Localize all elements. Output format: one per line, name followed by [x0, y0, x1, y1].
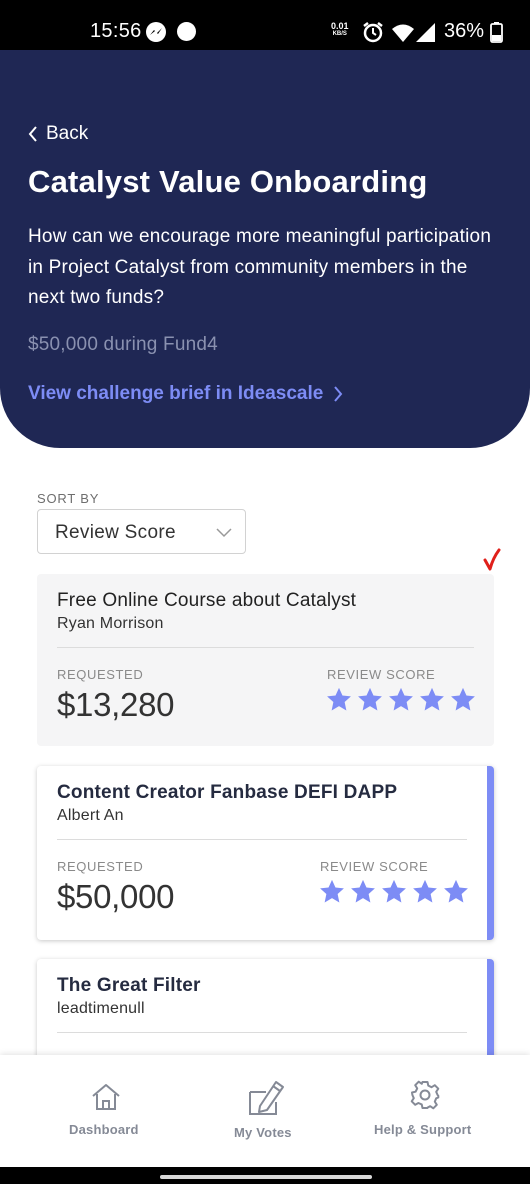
nav-help-support[interactable]: Help & Support [372, 1055, 480, 1167]
nav-my-votes-label: My Votes [234, 1125, 292, 1140]
proposal-title: The Great Filter [57, 975, 201, 996]
divider [57, 839, 467, 840]
nav-help-support-label: Help & Support [374, 1122, 472, 1137]
review-score-stars [326, 687, 476, 712]
star-icon [413, 879, 437, 903]
sort-dropdown[interactable]: Review Score [37, 509, 246, 554]
star-icon [451, 687, 475, 711]
messenger-icon [146, 22, 166, 42]
battery-percent: 36% [444, 20, 485, 42]
requested-amount: $50,000 [57, 878, 175, 915]
requested-label: REQUESTED [57, 667, 144, 682]
requested-amount: $13,280 [57, 686, 175, 723]
circle-notification-icon [177, 22, 196, 41]
star-icon [358, 687, 382, 711]
nav-my-votes[interactable]: My Votes [222, 1055, 312, 1167]
gear-icon [410, 1080, 440, 1110]
divider [57, 647, 474, 648]
nav-dashboard-label: Dashboard [69, 1122, 139, 1137]
home-icon [92, 1084, 120, 1110]
alarm-icon [363, 22, 383, 43]
star-icon [420, 687, 444, 711]
status-time: 15:56 [90, 20, 142, 42]
page-title: Catalyst Value Onboarding [28, 164, 428, 199]
sort-selected-value: Review Score [55, 522, 176, 543]
proposal-author: Albert An [57, 807, 124, 824]
challenge-brief-link[interactable]: View challenge brief in Ideascale [28, 383, 343, 405]
star-icon [351, 879, 375, 903]
star-icon [389, 687, 413, 711]
proposal-card[interactable]: Content Creator Fanbase DEFI DAPP Albert… [37, 766, 494, 940]
nav-dashboard[interactable]: Dashboard [60, 1055, 152, 1167]
wifi-icon [392, 24, 414, 42]
star-icon [327, 687, 351, 711]
fund-info: $50,000 during Fund4 [28, 334, 218, 355]
back-label: Back [46, 123, 89, 144]
chevron-right-icon [334, 386, 343, 402]
bottom-nav: Dashboard My Votes Help & Support [0, 1055, 530, 1167]
sort-label: SORT BY [37, 491, 100, 506]
proposal-title: Free Online Course about Catalyst [57, 590, 357, 611]
status-bar: 15:56 0.01 KB/S 36% [0, 0, 530, 50]
divider [57, 1032, 467, 1033]
data-rate-unit: KB/S [332, 31, 347, 37]
home-indicator [160, 1175, 372, 1179]
signal-icon [416, 23, 435, 42]
system-home-bar [0, 1167, 530, 1184]
proposal-author: leadtimenull [57, 1000, 145, 1017]
requested-label: REQUESTED [57, 859, 144, 874]
battery-icon [490, 22, 503, 43]
data-rate-value: 0.01 [331, 21, 349, 31]
data-rate: 0.01 KB/S [331, 22, 349, 38]
proposal-author: Ryan Morrison [57, 615, 164, 632]
card-accent-bar [487, 766, 494, 940]
voted-check-icon [483, 548, 501, 571]
challenge-header: Back Catalyst Value Onboarding How can w… [0, 50, 530, 448]
chevron-left-icon [28, 126, 37, 142]
review-score-label: REVIEW SCORE [320, 859, 429, 874]
star-icon [382, 879, 406, 903]
back-button[interactable]: Back [28, 123, 88, 145]
proposal-card[interactable]: Free Online Course about Catalyst Ryan M… [37, 574, 494, 746]
star-icon [444, 879, 468, 903]
challenge-brief-label: View challenge brief in Ideascale [28, 383, 324, 404]
review-score-label: REVIEW SCORE [327, 667, 436, 682]
review-score-stars [319, 879, 469, 904]
ballot-pen-icon [249, 1081, 284, 1115]
challenge-question: How can we encourage more meaningful par… [28, 226, 492, 308]
star-icon [320, 879, 344, 903]
chevron-down-icon [216, 528, 232, 538]
proposal-title: Content Creator Fanbase DEFI DAPP [57, 782, 398, 803]
